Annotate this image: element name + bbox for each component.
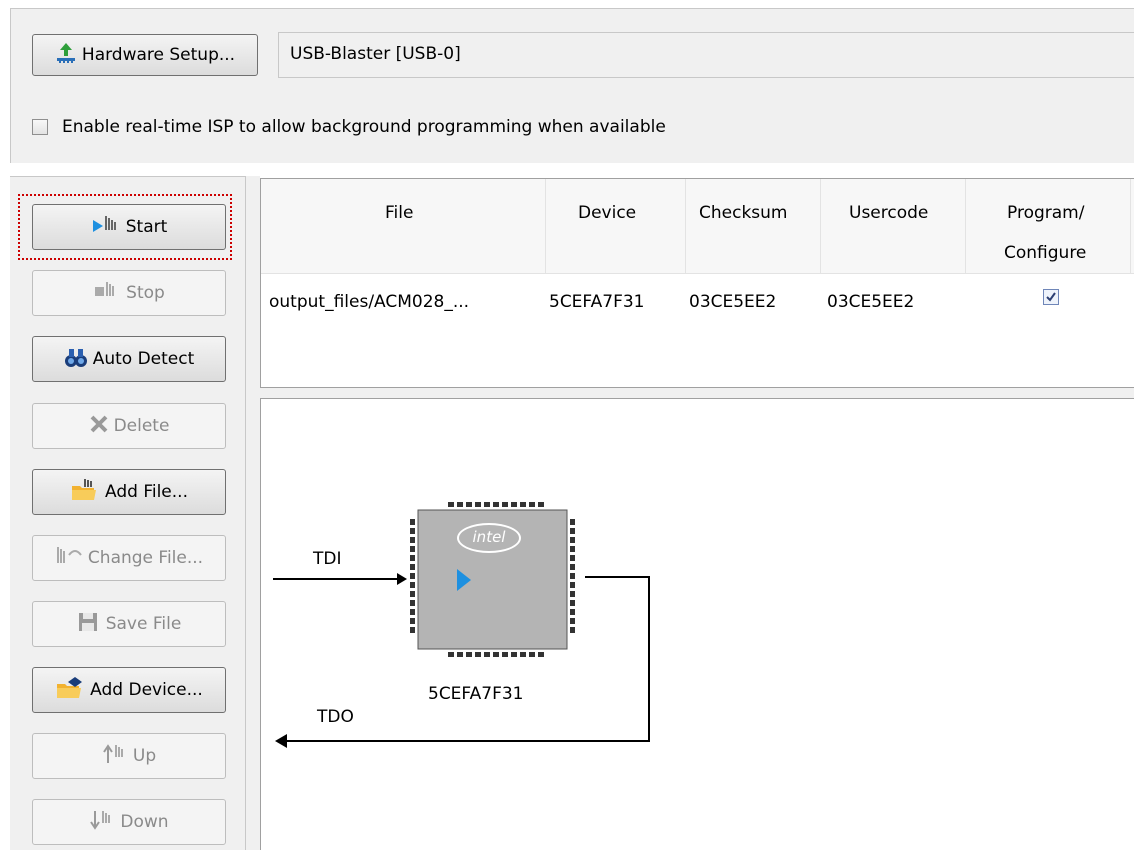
- change-file-label: Change File...: [87, 548, 204, 568]
- header-device[interactable]: Device: [578, 203, 636, 223]
- add-file-button[interactable]: Add File...: [32, 469, 226, 515]
- realtime-isp-label: Enable real-time ISP to allow background…: [62, 117, 666, 137]
- cell-file: output_files/ACM028_...: [269, 292, 470, 312]
- realtime-isp-row: Enable real-time ISP to allow background…: [32, 117, 666, 137]
- table-header: File Device Checksum Usercode Program/ C…: [261, 179, 1134, 274]
- splitter-band: [260, 388, 1134, 398]
- add-device-button[interactable]: Add Device...: [32, 667, 226, 713]
- stop-label: Stop: [126, 283, 165, 303]
- jtag-chain-diagram: intel TDI TDO 5CEFA7F31: [260, 398, 1134, 850]
- down-arrow-icon: [89, 809, 115, 836]
- intel-logo-text: intel: [472, 528, 506, 546]
- auto-detect-label: Auto Detect: [92, 349, 195, 369]
- up-button[interactable]: Up: [32, 733, 226, 779]
- up-arrow-icon: [102, 743, 128, 770]
- tdo-label: TDO: [317, 707, 354, 727]
- programming-file-table: File Device Checksum Usercode Program/ C…: [260, 178, 1134, 388]
- cell-checksum: 03CE5EE2: [689, 292, 777, 312]
- start-play-icon: [91, 214, 121, 241]
- save-file-label: Save File: [105, 614, 182, 634]
- hardware-setup-button[interactable]: Hardware Setup...: [32, 34, 258, 76]
- header-program-line2[interactable]: Configure: [1004, 243, 1086, 263]
- column-separator: [965, 179, 966, 273]
- auto-detect-button[interactable]: Auto Detect: [32, 336, 226, 382]
- start-button[interactable]: Start: [32, 204, 226, 250]
- program-configure-checkbox[interactable]: [1043, 289, 1059, 305]
- splitter[interactable]: [246, 176, 260, 850]
- header-file[interactable]: File: [385, 203, 413, 223]
- selected-hardware-field: USB-Blaster [USB-0]: [278, 32, 1134, 78]
- header-checksum[interactable]: Checksum: [699, 203, 788, 223]
- save-file-button[interactable]: Save File: [32, 601, 226, 647]
- header-usercode[interactable]: Usercode: [849, 203, 928, 223]
- down-label: Down: [120, 812, 169, 832]
- add-device-label: Add Device...: [90, 680, 203, 700]
- chip-device-label: 5CEFA7F31: [428, 684, 524, 704]
- stop-button[interactable]: Stop: [32, 270, 226, 316]
- tdi-label: TDI: [313, 549, 342, 569]
- add-file-label: Add File...: [105, 482, 188, 502]
- delete-x-icon: [89, 414, 109, 439]
- column-separator: [1130, 179, 1131, 273]
- save-disk-icon: [77, 611, 101, 638]
- delete-label: Delete: [113, 416, 170, 436]
- header-program-line1[interactable]: Program/: [1007, 203, 1084, 223]
- change-file-button[interactable]: Change File...: [32, 535, 226, 581]
- column-separator: [820, 179, 821, 273]
- binoculars-icon: [64, 346, 88, 373]
- change-file-icon: [55, 545, 83, 572]
- selected-hardware-value: USB-Blaster [USB-0]: [290, 44, 461, 64]
- add-device-folder-icon: [55, 676, 85, 705]
- intel-logo: intel: [457, 523, 521, 553]
- add-file-folder-icon: [70, 478, 100, 507]
- stop-icon: [93, 280, 121, 307]
- column-separator: [685, 179, 686, 273]
- hardware-setup-icon: [55, 42, 77, 69]
- hardware-setup-label: Hardware Setup...: [81, 45, 236, 65]
- up-label: Up: [132, 746, 157, 766]
- cell-device: 5CEFA7F31: [549, 292, 645, 312]
- down-button[interactable]: Down: [32, 799, 226, 845]
- start-label: Start: [125, 217, 168, 237]
- delete-button[interactable]: Delete: [32, 403, 226, 449]
- column-separator: [545, 179, 546, 273]
- cell-usercode: 03CE5EE2: [827, 292, 915, 312]
- jtag-chain-lines: [273, 502, 650, 748]
- realtime-isp-checkbox[interactable]: [32, 119, 48, 135]
